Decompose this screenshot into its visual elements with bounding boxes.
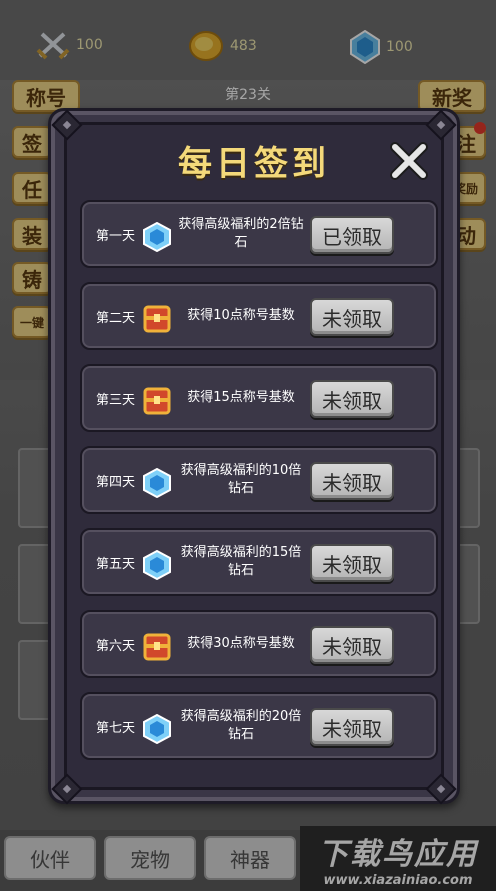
day-label: 第二天: [96, 310, 136, 326]
reward-text: 获得高级福利的20倍钻石: [180, 709, 302, 742]
chest-icon: [143, 633, 171, 661]
day-label: 第三天: [96, 392, 136, 408]
claim-button[interactable]: 未领取: [310, 462, 394, 500]
reward-text: 获得高级福利的2倍钻石: [178, 217, 304, 250]
close-button[interactable]: [388, 140, 430, 182]
day-label: 第六天: [96, 638, 136, 654]
dialog-title: 每日签到: [178, 144, 330, 184]
reward-text: 获得15点称号基数: [187, 390, 295, 405]
diamond-icon: [143, 222, 171, 252]
claim-button[interactable]: 未领取: [310, 298, 394, 336]
reward-text: 获得高级福利的10倍钻石: [180, 463, 302, 496]
reward-text: 获得10点称号基数: [187, 308, 295, 323]
day-label: 第一天: [96, 228, 136, 244]
chest-icon: [143, 387, 171, 415]
diamond-icon: [143, 468, 171, 498]
day-label: 第五天: [96, 556, 136, 572]
day-label: 第七天: [96, 720, 136, 736]
close-icon: [390, 142, 428, 180]
signin-row-day1: 第一天 获得高级福利的2倍钻石 已领取: [80, 200, 438, 268]
claim-button[interactable]: 未领取: [310, 380, 394, 418]
signin-row-day3: 第三天 获得15点称号基数 未领取: [80, 364, 438, 432]
signin-row-day5: 第五天 获得高级福利的15倍钻石 未领取: [80, 528, 438, 596]
claim-button[interactable]: 未领取: [310, 708, 394, 746]
signin-row-day4: 第四天 获得高级福利的10倍钻石 未领取: [80, 446, 438, 514]
day-label: 第四天: [96, 474, 136, 490]
reward-text: 获得30点称号基数: [187, 636, 295, 651]
claim-button[interactable]: 已领取: [310, 216, 394, 254]
chest-icon: [143, 305, 171, 333]
reward-text: 获得高级福利的15倍钻石: [180, 545, 302, 578]
signin-row-day6: 第六天 获得30点称号基数 未领取: [80, 610, 438, 678]
claim-button[interactable]: 未领取: [310, 626, 394, 664]
claim-button[interactable]: 未领取: [310, 544, 394, 582]
diamond-icon: [143, 550, 171, 580]
signin-row-day7: 第七天 获得高级福利的20倍钻石 未领取: [80, 692, 438, 760]
signin-row-day2: 第二天 获得10点称号基数 未领取: [80, 282, 438, 350]
diamond-icon: [143, 714, 171, 744]
